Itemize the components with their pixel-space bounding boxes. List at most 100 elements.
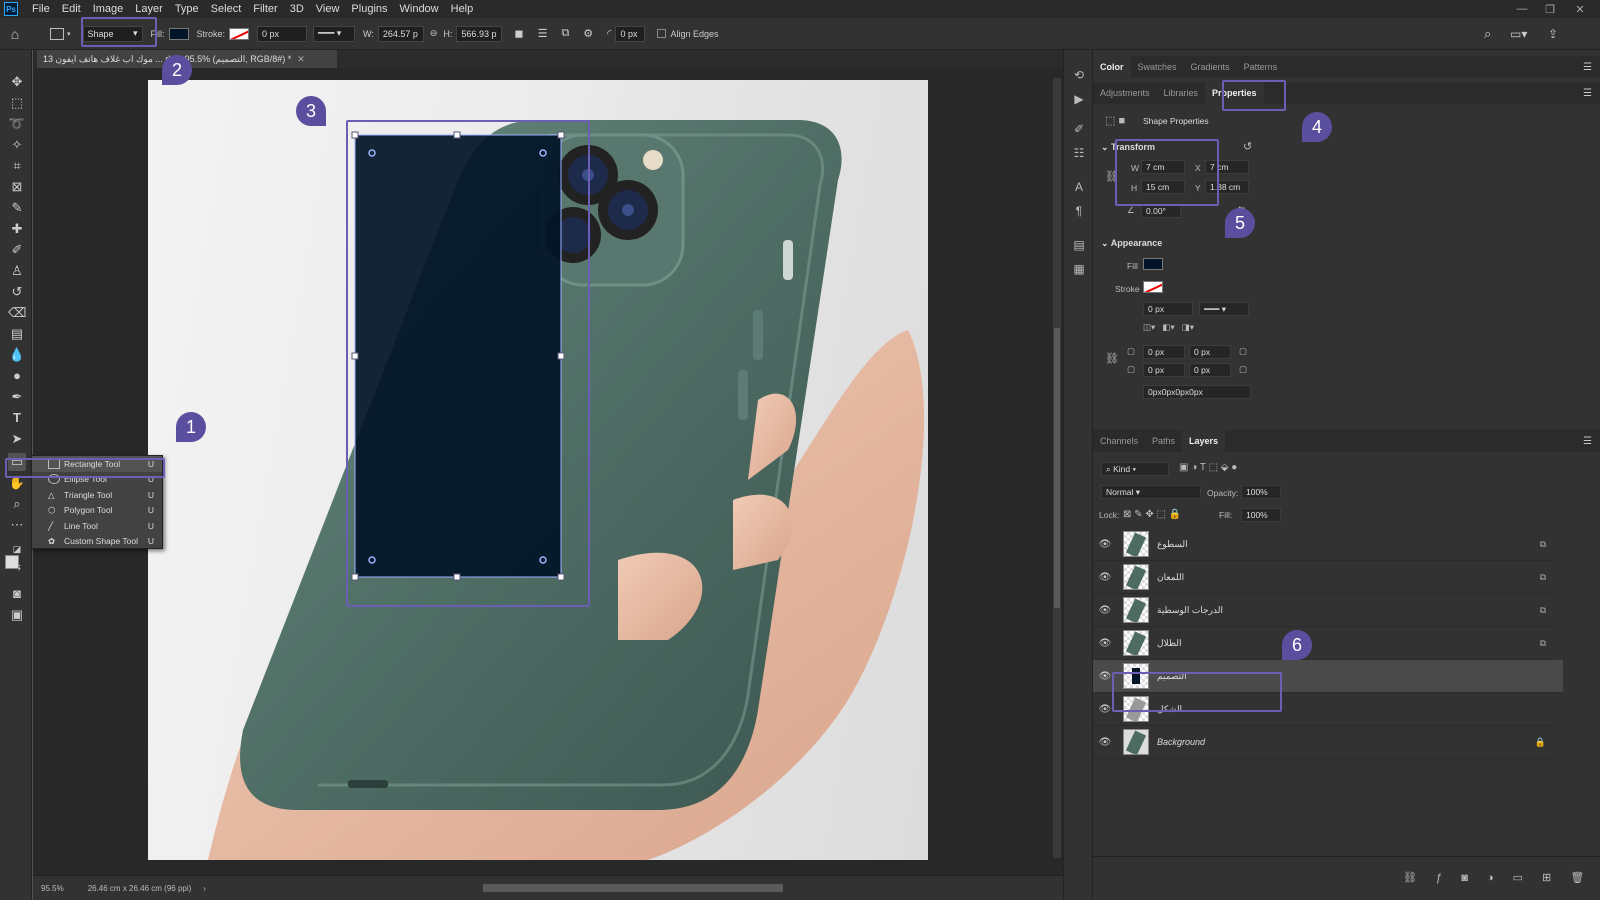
triangle-tool-item[interactable]: △ Triangle Tool U bbox=[32, 487, 162, 503]
marquee-tool-icon[interactable]: ⬚ bbox=[8, 94, 26, 112]
reset-transform-icon[interactable]: ↺ bbox=[1243, 140, 1252, 153]
blend-mode-select[interactable]: Normal ▾ bbox=[1101, 485, 1201, 499]
layer-row[interactable]: 👁 Background 🔒 bbox=[1093, 726, 1554, 759]
panel-menu-icon[interactable]: ☰ bbox=[1583, 62, 1592, 73]
tab-layers[interactable]: Layers bbox=[1182, 430, 1226, 452]
move-tool-icon[interactable]: ✥ bbox=[8, 73, 26, 91]
pen-tool-icon[interactable]: ✒ bbox=[8, 388, 26, 406]
eye-icon[interactable]: 👁 bbox=[1093, 605, 1117, 616]
vertical-scrollbar[interactable] bbox=[1053, 78, 1061, 858]
fill-swatch[interactable] bbox=[168, 27, 189, 40]
align-edges-checkbox[interactable] bbox=[657, 29, 667, 38]
menu-type[interactable]: Type bbox=[169, 3, 205, 15]
appearance-stroke-swatch[interactable] bbox=[1143, 281, 1163, 293]
menu-select[interactable]: Select bbox=[205, 3, 248, 15]
blur-tool-icon[interactable]: 💧 bbox=[8, 346, 26, 364]
link-icon[interactable]: ⊖ bbox=[430, 28, 438, 39]
history-brush-tool-icon[interactable]: ↺ bbox=[8, 283, 26, 301]
close-icon[interactable]: ✕ bbox=[1560, 0, 1600, 18]
close-tab-icon[interactable]: ✕ bbox=[297, 54, 305, 65]
tab-libraries[interactable]: Libraries bbox=[1157, 82, 1206, 104]
layer-action-icons[interactable]: ⛓ ƒ ◙ ◑ ▭ ⊞ 🗑 bbox=[1403, 871, 1592, 884]
brush-tool-icon[interactable]: ✐ bbox=[8, 241, 26, 259]
menu-help[interactable]: Help bbox=[445, 3, 480, 15]
path-arrangement-icon[interactable]: ⧉ bbox=[561, 27, 569, 40]
chevron-down-icon[interactable]: ▾ bbox=[67, 30, 71, 38]
gradient-tool-icon[interactable]: ▤ bbox=[8, 325, 26, 343]
menu-edit[interactable]: Edit bbox=[56, 3, 87, 15]
menu-window[interactable]: Window bbox=[394, 3, 445, 15]
libraries-icon[interactable]: ▤ bbox=[1070, 238, 1088, 256]
eye-icon[interactable]: 👁 bbox=[1093, 572, 1117, 583]
layer-row[interactable]: 👁 الدرجات الوسطية ⧉ bbox=[1093, 594, 1554, 627]
appearance-fill-swatch[interactable] bbox=[1143, 258, 1163, 270]
eye-icon[interactable]: 👁 bbox=[1093, 638, 1117, 649]
layer-row[interactable]: 👁 الظلال ⧉ bbox=[1093, 627, 1554, 660]
foreground-color-swatch[interactable] bbox=[5, 555, 19, 569]
tab-swatches[interactable]: Swatches bbox=[1131, 56, 1184, 78]
adjustments-icon[interactable]: ☷ bbox=[1070, 146, 1088, 164]
stroke-type-select[interactable]: ━━━ ▾ bbox=[1199, 302, 1249, 316]
menu-image[interactable]: Image bbox=[87, 3, 130, 15]
zoom-level[interactable]: 95.5% bbox=[41, 884, 64, 893]
line-tool-item[interactable]: ╱ Line Tool U bbox=[32, 518, 162, 534]
height-input[interactable]: 566.93 p bbox=[456, 25, 503, 42]
healing-brush-tool-icon[interactable]: ✚ bbox=[8, 220, 26, 238]
stroke-type-select[interactable]: ━━━ ▾ bbox=[313, 25, 356, 42]
path-selection-tool-icon[interactable]: ➤ bbox=[8, 430, 26, 448]
zoom-tool-icon[interactable]: ⌕ bbox=[8, 495, 26, 513]
layer-row[interactable]: 👁 اللمعان ⧉ bbox=[1093, 561, 1554, 594]
eye-icon[interactable]: 👁 bbox=[1093, 539, 1117, 550]
dodge-tool-icon[interactable]: ● bbox=[8, 367, 26, 385]
brush-settings-icon[interactable]: ✐ bbox=[1070, 122, 1088, 140]
type-tool-icon[interactable]: T bbox=[8, 409, 26, 427]
horizontal-scrollbar[interactable] bbox=[483, 884, 783, 892]
width-input[interactable]: 264.57 p bbox=[377, 25, 424, 42]
tab-gradients[interactable]: Gradients bbox=[1184, 56, 1237, 78]
actions-play-icon[interactable]: ▶ bbox=[1070, 92, 1088, 110]
rectangle-tool-preset-icon[interactable] bbox=[50, 27, 64, 40]
custom-shape-tool-item[interactable]: ✿ Custom Shape Tool U bbox=[32, 534, 162, 550]
lock-icons[interactable]: ⊠ ✎ ✥ ⬚ 🔒 bbox=[1123, 509, 1181, 520]
more-tools-icon[interactable]: ⋯ bbox=[8, 516, 26, 534]
eraser-tool-icon[interactable]: ⌫ bbox=[8, 304, 26, 322]
corner-radius-bl-input[interactable]: 0 px bbox=[1143, 363, 1185, 377]
stroke-width-input[interactable]: 0 px bbox=[257, 25, 308, 42]
layer-filter-icons[interactable]: ▣ ◑ T ⬚ ⬙ ● bbox=[1179, 462, 1237, 473]
corner-radius-input[interactable]: 0 px bbox=[615, 25, 646, 42]
home-icon[interactable]: ⌂ bbox=[0, 26, 30, 42]
menu-filter[interactable]: Filter bbox=[247, 3, 283, 15]
lasso-tool-icon[interactable]: ➰ bbox=[8, 115, 26, 133]
stamp-tool-icon[interactable]: ♙ bbox=[8, 262, 26, 280]
magic-wand-tool-icon[interactable]: ✧ bbox=[8, 136, 26, 154]
opacity-input[interactable]: 100% bbox=[1241, 485, 1281, 499]
corner-radius-tr-input[interactable]: 0 px bbox=[1189, 345, 1231, 359]
corner-radius-br-input[interactable]: 0 px bbox=[1189, 363, 1231, 377]
menu-3d[interactable]: 3D bbox=[284, 3, 310, 15]
panel-menu-icon[interactable]: ☰ bbox=[1583, 88, 1592, 99]
angle-input[interactable]: 0.00° bbox=[1141, 204, 1181, 218]
link-radius-icon[interactable]: ⛓ bbox=[1105, 352, 1119, 365]
history-icon[interactable]: ⟲ bbox=[1070, 68, 1088, 86]
menu-file[interactable]: File bbox=[26, 3, 56, 15]
appearance-section-toggle[interactable]: ⌄ Appearance bbox=[1101, 238, 1162, 249]
stroke-swatch[interactable] bbox=[229, 27, 250, 40]
notes-icon[interactable]: ▦ bbox=[1070, 262, 1088, 280]
chevron-right-icon[interactable]: › bbox=[203, 884, 206, 893]
frame-tool-icon[interactable]: ⊠ bbox=[8, 178, 26, 196]
quick-mask-icon[interactable]: ◙ bbox=[8, 585, 26, 603]
path-operations-icon[interactable]: ◼ bbox=[514, 27, 523, 40]
layer-filter-select[interactable]: ⌕ Kind ▾ bbox=[1101, 462, 1169, 476]
fill-opacity-input[interactable]: 100% bbox=[1241, 508, 1281, 522]
eye-icon[interactable]: 👁 bbox=[1093, 737, 1117, 748]
search-icon[interactable]: ⌕ bbox=[1484, 26, 1491, 42]
eyedropper-tool-icon[interactable]: ✎ bbox=[8, 199, 26, 217]
menu-layer[interactable]: Layer bbox=[129, 3, 169, 15]
layer-row[interactable]: 👁 السطوع ⧉ bbox=[1093, 528, 1554, 561]
polygon-tool-item[interactable]: ⬡ Polygon Tool U bbox=[32, 503, 162, 519]
tab-patterns[interactable]: Patterns bbox=[1237, 56, 1285, 78]
character-icon[interactable]: A bbox=[1070, 180, 1088, 198]
gear-icon[interactable]: ⚙ bbox=[583, 27, 593, 40]
share-icon[interactable]: ⇪ bbox=[1548, 27, 1558, 41]
panel-menu-icon[interactable]: ☰ bbox=[1583, 436, 1592, 447]
